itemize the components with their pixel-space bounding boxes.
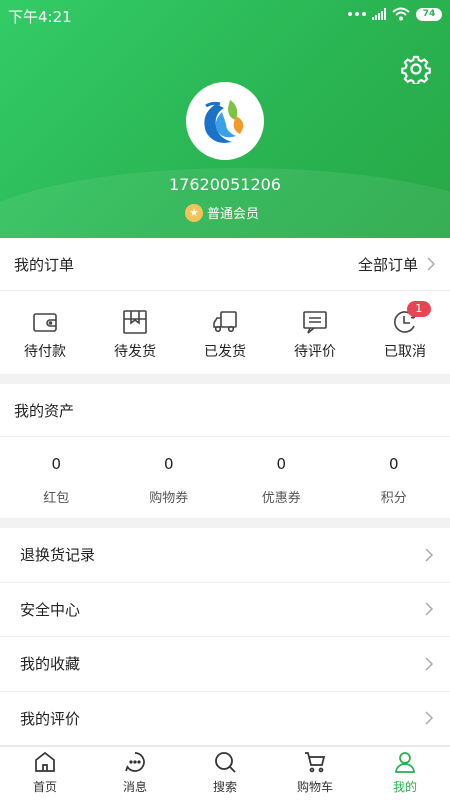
truck-icon bbox=[213, 311, 237, 333]
asset-label: 购物券 bbox=[149, 491, 189, 506]
all-orders-label: 全部订单 bbox=[357, 255, 418, 274]
asset-value: 0 bbox=[388, 455, 399, 473]
comment-icon bbox=[303, 311, 327, 334]
tab-search[interactable]: 搜索 bbox=[180, 747, 270, 800]
wifi-icon bbox=[392, 7, 410, 21]
tab-home[interactable]: 首页 bbox=[0, 747, 90, 800]
tab-label: 首页 bbox=[32, 780, 57, 794]
asset-label: 优惠券 bbox=[261, 491, 301, 506]
menu-item-security[interactable]: 安全中心 bbox=[0, 583, 450, 637]
order-status-label: 待评价 bbox=[294, 344, 336, 360]
menu-item-reviews[interactable]: 我的评价 bbox=[0, 692, 450, 746]
asset-coupon[interactable]: 0 优惠券 bbox=[225, 437, 338, 518]
chevron-right-icon bbox=[425, 711, 434, 725]
settings-gear-icon[interactable] bbox=[401, 54, 431, 84]
order-pending-shipment[interactable]: 待发货 bbox=[90, 291, 180, 373]
menu-item-label: 退换货记录 bbox=[20, 546, 96, 565]
tab-label: 我的 bbox=[392, 780, 417, 794]
member-level-label: 普通会员 bbox=[207, 207, 260, 222]
assets-title: 我的资产 bbox=[14, 401, 75, 420]
chevron-right-icon bbox=[425, 657, 434, 671]
all-orders-link[interactable]: 全部订单 bbox=[358, 254, 436, 275]
asset-label: 红包 bbox=[43, 491, 70, 506]
order-status-label: 已取消 bbox=[384, 344, 426, 360]
menu-item-returns[interactable]: 退换货记录 bbox=[0, 528, 450, 583]
chevron-right-icon bbox=[425, 602, 434, 616]
chevron-right-icon bbox=[425, 548, 434, 562]
profile-header: 下午4:21 74 17620051206 ★ 普通会员 bbox=[0, 0, 450, 238]
tab-label: 搜索 bbox=[212, 780, 237, 794]
user-icon bbox=[395, 752, 415, 773]
signal-icon bbox=[372, 8, 386, 20]
menu-item-label: 我的收藏 bbox=[20, 655, 81, 674]
cart-icon bbox=[305, 752, 326, 773]
menu-item-favorites[interactable]: 我的收藏 bbox=[0, 637, 450, 692]
assets-row: 0 红包 0 购物券 0 优惠券 0 积分 bbox=[0, 437, 450, 518]
user-phone: 17620051206 bbox=[169, 175, 281, 194]
asset-value: 0 bbox=[276, 455, 287, 473]
order-pending-payment[interactable]: 待付款 bbox=[0, 291, 90, 373]
orders-section: 我的订单 全部订单 待付款 待发货 已发货 待评价 1 已取消 bbox=[0, 238, 450, 374]
more-dots-icon bbox=[348, 12, 366, 16]
asset-value: 0 bbox=[51, 455, 62, 473]
asset-shopping-voucher[interactable]: 0 购物券 bbox=[113, 437, 226, 518]
asset-label: 积分 bbox=[380, 491, 407, 506]
tab-messages[interactable]: 消息 bbox=[90, 747, 180, 800]
tab-cart[interactable]: 购物车 bbox=[270, 747, 360, 800]
wallet-icon bbox=[33, 313, 57, 332]
message-icon bbox=[125, 752, 145, 772]
status-time: 下午4:21 bbox=[8, 8, 72, 26]
tab-label: 消息 bbox=[122, 780, 147, 794]
order-status-label: 待付款 bbox=[24, 344, 66, 360]
avatar[interactable] bbox=[186, 82, 264, 160]
tab-mine[interactable]: 我的 bbox=[360, 747, 450, 800]
orders-title: 我的订单 bbox=[14, 255, 75, 274]
order-status-label: 已发货 bbox=[204, 344, 246, 360]
order-cancelled[interactable]: 1 已取消 bbox=[360, 291, 450, 373]
asset-points[interactable]: 0 积分 bbox=[338, 437, 450, 518]
asset-red-packet[interactable]: 0 红包 bbox=[0, 437, 113, 518]
status-icons: 74 bbox=[348, 7, 442, 21]
app-logo-icon bbox=[204, 100, 244, 143]
order-pending-review[interactable]: 待评价 bbox=[270, 291, 360, 373]
order-status-row: 待付款 待发货 已发货 待评价 1 已取消 bbox=[0, 291, 450, 373]
menu-list: 退换货记录 安全中心 我的收藏 我的评价 bbox=[0, 528, 450, 746]
order-status-label: 待发货 bbox=[114, 344, 156, 360]
assets-section: 我的资产 0 红包 0 购物券 0 优惠券 0 积分 bbox=[0, 384, 450, 518]
assets-header: 我的资产 bbox=[0, 384, 450, 437]
bottom-tab-bar: 首页 消息 搜索 购物车 我的 bbox=[0, 746, 450, 800]
home-icon bbox=[35, 751, 55, 772]
member-level-badge[interactable]: ★ 普通会员 bbox=[185, 203, 259, 222]
menu-item-label: 安全中心 bbox=[20, 600, 81, 619]
notification-badge: 1 bbox=[406, 301, 431, 317]
box-icon bbox=[123, 310, 147, 334]
order-shipped[interactable]: 已发货 bbox=[180, 291, 270, 373]
status-bar: 下午4:21 74 bbox=[0, 0, 450, 30]
star-icon: ★ bbox=[185, 203, 203, 222]
orders-header: 我的订单 全部订单 bbox=[0, 238, 450, 291]
chevron-right-icon bbox=[427, 257, 436, 271]
menu-item-label: 我的评价 bbox=[20, 709, 81, 728]
search-icon bbox=[215, 752, 236, 773]
asset-value: 0 bbox=[163, 455, 174, 473]
tab-label: 购物车 bbox=[296, 780, 333, 794]
battery-icon: 74 bbox=[416, 7, 442, 21]
